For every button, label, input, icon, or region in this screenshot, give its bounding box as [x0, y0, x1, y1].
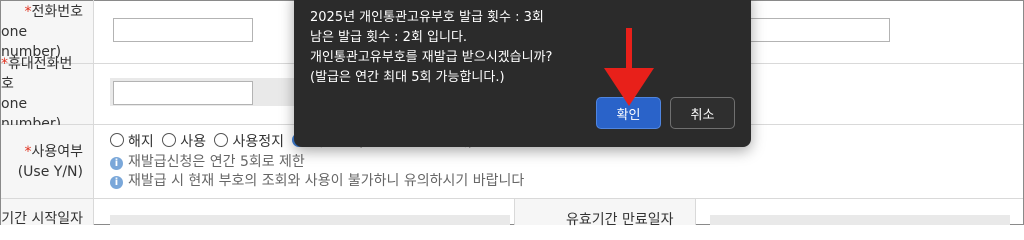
radio-label-suspend: 사용정지 [232, 134, 284, 150]
dialog-line-2: 남은 발급 횟수 : 2회 입니다. [310, 30, 468, 45]
radio-option-use[interactable]: 사용 [162, 133, 206, 150]
dialog-line-3: 개인통관고유부호를 재발급 받으시겠습니까? [310, 50, 553, 65]
phone-input[interactable] [113, 18, 253, 42]
required-mark: * [1, 56, 8, 72]
usage-sublabel: (Use Y/N) [17, 163, 83, 180]
radio-option-suspend[interactable]: 사용정지 [214, 133, 284, 150]
radio-icon [162, 133, 177, 147]
phone-input-2[interactable] [750, 18, 890, 42]
radio-icon [214, 133, 229, 147]
confirm-dialog: 2025년 개인통관고유부호 발급 횟수 : 3회 남은 발급 횟수 : 2회 … [294, 0, 751, 147]
dialog-line-1: 2025년 개인통관고유부호 발급 횟수 : 3회 [310, 10, 544, 25]
column-divider [695, 199, 696, 225]
usage-label-cell: *사용여부 (Use Y/N) [1, 125, 93, 198]
red-arrow-icon [604, 28, 654, 106]
info-text-2: 재발급 시 현재 부호의 조회와 사용이 불가하니 유의하시기 바랍니다 [128, 173, 525, 189]
info-note-1: i 재발급신청은 연간 5회로 제한 [110, 152, 305, 172]
mobile-label-cell: *휴대전화번호 one number) [1, 56, 93, 132]
info-icon: i [110, 157, 123, 170]
info-icon: i [110, 176, 123, 189]
start-date-label: 기간 시작일자 [1, 211, 83, 227]
dialog-message: 2025년 개인통관고유부호 발급 횟수 : 3회 남은 발급 횟수 : 2회 … [310, 8, 552, 88]
label-column-divider [93, 0, 94, 225]
start-date-label-cell: 기간 시작일자 [1, 199, 93, 227]
mobile-input[interactable] [113, 81, 253, 105]
radio-option-cancel[interactable]: 해지 [110, 133, 154, 150]
dialog-line-4: (발급은 연간 최대 5회 가능합니다.) [310, 70, 505, 85]
phone-label: 전화번호 [31, 4, 83, 20]
mobile-label: 휴대전화번호 [1, 56, 73, 92]
usage-label: 사용여부 [31, 143, 83, 160]
start-date-field[interactable] [110, 215, 510, 225]
cancel-button[interactable]: 취소 [670, 97, 735, 129]
info-note-2: i 재발급 시 현재 부호의 조회와 사용이 불가하니 유의하시기 바랍니다 [110, 171, 524, 191]
row-divider [1, 198, 1023, 199]
info-text-1: 재발급신청은 연간 5회로 제한 [128, 154, 305, 170]
end-date-field[interactable] [710, 215, 1010, 225]
radio-icon [110, 133, 124, 147]
radio-label-use: 사용 [180, 134, 206, 150]
radio-label-cancel: 해지 [128, 134, 154, 150]
end-date-label: 유효기간 만료일자 [566, 212, 674, 228]
